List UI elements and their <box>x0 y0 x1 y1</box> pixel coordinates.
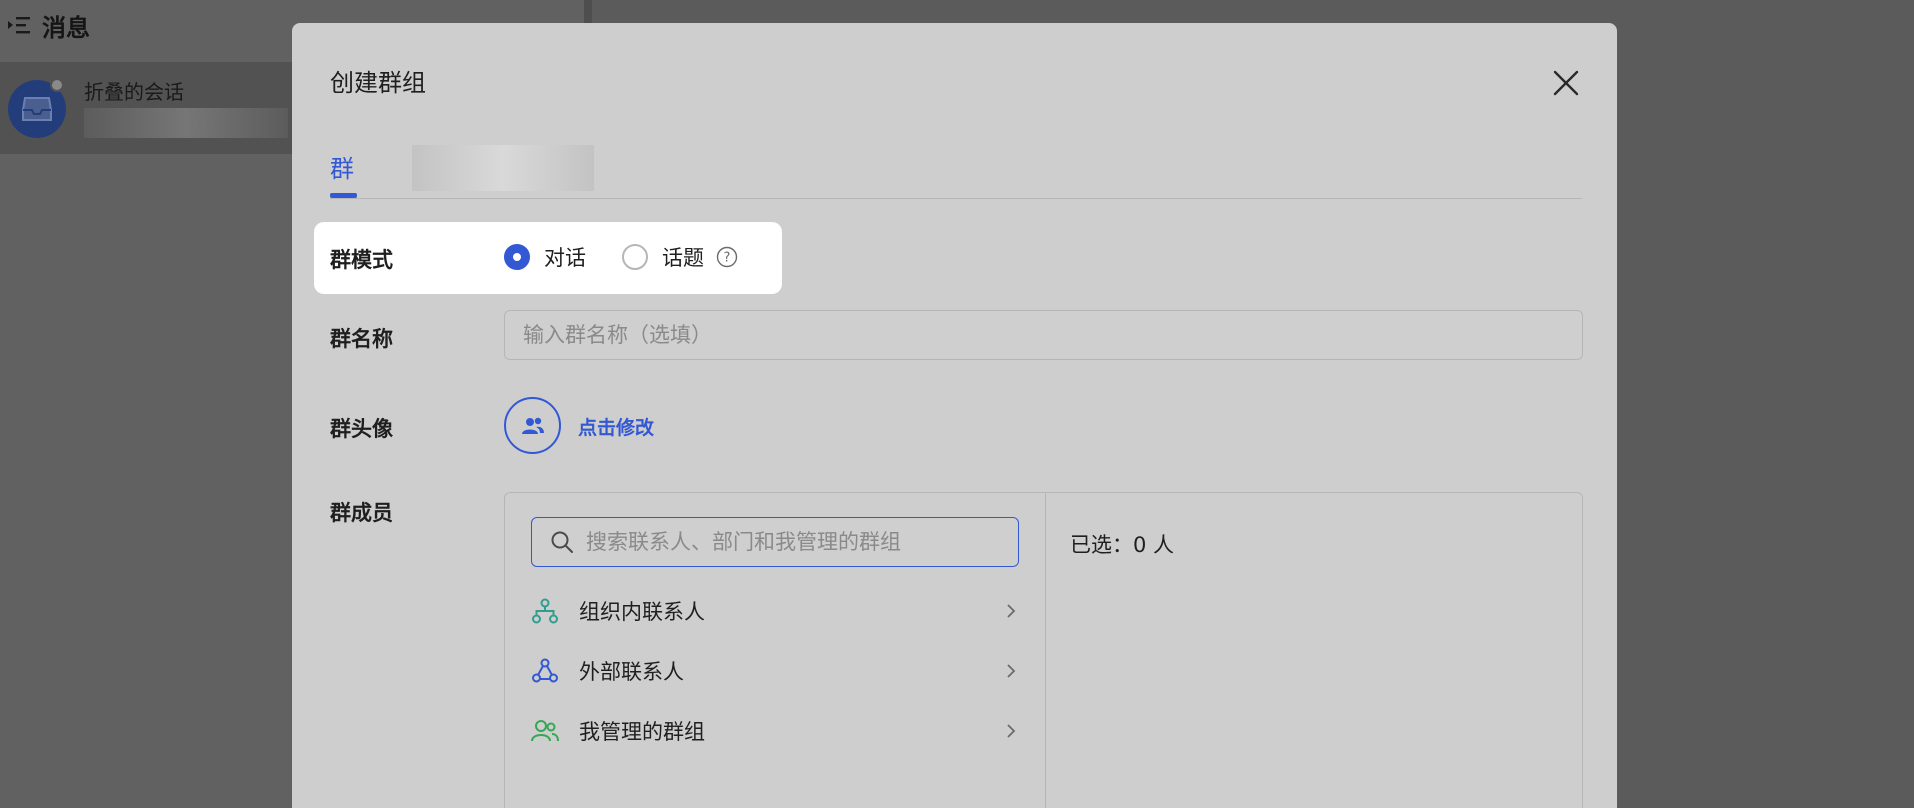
list-item-managed-groups[interactable]: 我管理的群组 <box>531 709 1019 753</box>
list-item-label: 我管理的群组 <box>579 720 705 744</box>
tab-blurred[interactable] <box>412 145 594 191</box>
list-item-label: 外部联系人 <box>579 660 684 684</box>
background-page-title: 消息 <box>42 13 90 42</box>
background-divider <box>584 0 592 24</box>
status-dot <box>50 78 64 92</box>
group-mode-label: 群模式 <box>330 248 393 272</box>
close-icon <box>1553 70 1579 96</box>
group-avatar-label: 群头像 <box>330 417 393 441</box>
org-tree-icon <box>531 597 559 625</box>
group-avatar-button[interactable] <box>504 397 561 454</box>
close-button[interactable] <box>1548 65 1584 101</box>
help-icon[interactable]: ? <box>716 246 738 268</box>
group-users-icon <box>521 417 544 434</box>
radio-chat[interactable] <box>504 244 530 270</box>
group-members-label: 群成员 <box>330 501 393 525</box>
list-item-org-contacts[interactable]: 组织内联系人 <box>531 589 1019 633</box>
conversation-preview-blurred <box>84 108 288 138</box>
member-search-input[interactable] <box>586 530 1006 554</box>
list-item-label: 组织内联系人 <box>579 600 705 624</box>
mode-option-chat-label: 对话 <box>544 246 586 270</box>
group-mode-radio-group: 对话 话题 ? <box>504 242 738 272</box>
create-group-dialog: 创建群组 群 群模式 对话 话题 ? 群名称 群头像 <box>292 23 1617 808</box>
mode-option-topic-label: 话题 <box>662 246 704 270</box>
radio-topic[interactable] <box>622 244 648 270</box>
tab-group[interactable]: 群 <box>330 149 354 184</box>
conversation-title: 折叠的会话 <box>84 80 184 104</box>
avatar-edit-link[interactable]: 点击修改 <box>578 413 654 440</box>
mode-option-topic[interactable]: 话题 ? <box>622 242 738 272</box>
dialog-tabs: 群 <box>330 145 1582 199</box>
svg-text:?: ? <box>724 251 731 266</box>
selected-count: 已选：0 人 <box>1070 533 1175 557</box>
mode-option-chat[interactable]: 对话 <box>504 242 586 272</box>
menu-fold-icon[interactable] <box>8 16 30 34</box>
background-header: 消息 <box>8 8 90 42</box>
search-icon <box>551 531 573 553</box>
chevron-right-icon <box>1007 724 1016 738</box>
dialog-title: 创建群组 <box>330 69 426 97</box>
group-name-input[interactable] <box>504 310 1583 360</box>
member-picker-divider <box>1045 493 1046 808</box>
group-name-label: 群名称 <box>330 327 393 351</box>
chevron-right-icon <box>1007 604 1016 618</box>
managed-groups-icon <box>531 717 559 745</box>
member-search-box[interactable] <box>531 517 1019 567</box>
list-item-external-contacts[interactable]: 外部联系人 <box>531 649 1019 693</box>
active-tab-indicator <box>330 193 357 198</box>
member-picker: 组织内联系人 外部联系人 <box>504 492 1583 808</box>
chevron-right-icon <box>1007 664 1016 678</box>
external-contacts-icon <box>531 657 559 685</box>
